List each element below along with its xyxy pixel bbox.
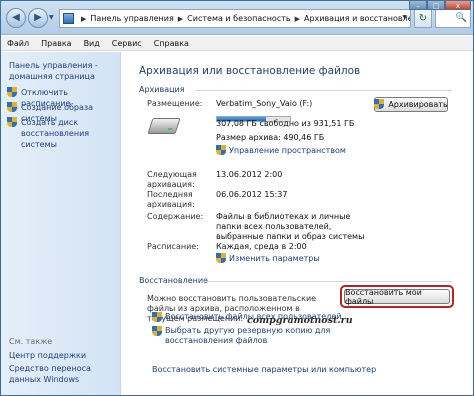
sidebar: Панель управления - домашняя страница От…	[1, 52, 121, 395]
address-dropdown-icon[interactable]: ▼	[402, 14, 407, 21]
archive-button-label: Архивировать	[388, 100, 448, 109]
menu-help[interactable]: Справка	[154, 39, 189, 48]
shield-icon	[216, 253, 226, 264]
minimize-button[interactable]: –	[409, 0, 427, 10]
restore-system-settings-label: Восстановить системные параметры или ком…	[152, 365, 377, 374]
restore-my-files-button[interactable]: Восстановить мои файлы	[344, 288, 450, 306]
search-input[interactable]: 🔍	[435, 9, 471, 28]
backup-section-title: Архивация	[139, 85, 185, 94]
forward-button[interactable]: ▶	[28, 8, 48, 28]
content-value: Файлы в библиотеках и личные папки всех …	[216, 212, 365, 241]
shield-icon	[7, 87, 17, 98]
hard-drive-icon	[147, 118, 181, 134]
watermark-text: compgramotnost.ru	[247, 315, 353, 326]
breadcrumb-backup-restore[interactable]: Архивация и восстановление	[304, 14, 410, 23]
archive-size-text: Размер архива: 490,46 ГБ	[216, 133, 325, 142]
sidebar-home-link[interactable]: Панель управления - домашняя страница	[9, 60, 117, 82]
menu-edit[interactable]: Правка	[41, 39, 71, 48]
shield-icon	[216, 145, 226, 156]
address-bar[interactable]: ▶ Панель управления ▶ Система и безопасн…	[59, 9, 411, 28]
schedule-label: Расписание:	[147, 242, 199, 251]
last-backup-label: Последняя архивация:	[147, 190, 195, 209]
menu-bar: Файл Правка Вид Сервис Справка	[1, 36, 473, 51]
recent-pages-dropdown-icon[interactable]: ▼	[49, 14, 54, 21]
shield-icon	[152, 312, 162, 323]
location-value: Verbatim_Sony_Vaio (F:)	[216, 99, 313, 108]
title-address-bar: ◀ ▶ ▼ ▶ Панель управления ▶ Система и бе…	[1, 0, 473, 35]
content-label: Содержание:	[147, 212, 204, 221]
shield-icon	[152, 326, 162, 337]
choose-other-backup-link[interactable]: Выбрать другую резервную копию для восст…	[152, 326, 332, 346]
breadcrumb-separator-icon[interactable]: ▶	[295, 15, 300, 23]
section-divider	[196, 90, 452, 91]
menu-view[interactable]: Вид	[84, 39, 100, 48]
breadcrumb-separator-icon[interactable]: ▶	[178, 15, 183, 23]
refresh-button[interactable]: ↻	[414, 9, 432, 28]
restore-section-title: Восстановление	[139, 276, 208, 285]
control-panel-icon	[63, 13, 74, 24]
sidebar-item-action-center[interactable]: Центр поддержки	[9, 350, 117, 361]
maximize-button[interactable]: □	[427, 0, 445, 10]
explorer-window: ◀ ▶ ▼ ▶ Панель управления ▶ Система и бе…	[0, 0, 474, 396]
change-settings-link[interactable]: Изменить параметры	[216, 253, 320, 264]
next-backup-label: Следующая архивация:	[147, 170, 197, 189]
breadcrumb-control-panel[interactable]: Панель управления	[90, 14, 173, 23]
manage-space-label: Управление пространством	[229, 145, 346, 155]
schedule-value: Каждая, среда в 2:00	[216, 242, 307, 251]
shield-icon	[7, 117, 17, 128]
back-button[interactable]: ◀	[6, 8, 26, 28]
section-divider	[200, 281, 452, 282]
location-label: Размещение:	[147, 99, 203, 108]
last-backup-value: 06.06.2012 15:37	[216, 190, 288, 199]
page-title: Архивация или восстановление файлов	[139, 65, 361, 77]
free-space-text: 307,08 ГБ свободно из 931,51 ГБ	[216, 119, 355, 128]
close-button[interactable]: x	[445, 0, 471, 10]
change-settings-label: Изменить параметры	[229, 253, 320, 263]
shield-icon	[7, 102, 17, 113]
window-controls: – □ x	[409, 0, 471, 10]
sidebar-item-easy-transfer[interactable]: Средство переноса данных Windows	[9, 363, 117, 385]
next-backup-value: 13.06.2012 2:00	[216, 170, 283, 179]
menu-tools[interactable]: Сервис	[112, 39, 142, 48]
see-also-heading: См. также	[9, 337, 53, 346]
sidebar-item-create-repair-disc[interactable]: Создать диск восстановления системы	[7, 117, 119, 150]
manage-space-link[interactable]: Управление пространством	[216, 145, 346, 156]
choose-other-backup-label: Выбрать другую резервную копию для восст…	[165, 326, 331, 345]
breadcrumb-separator-icon[interactable]: ▶	[81, 15, 86, 23]
menu-file[interactable]: Файл	[7, 39, 29, 48]
shield-icon	[374, 99, 385, 110]
breadcrumb-system-security[interactable]: Система и безопасность	[187, 14, 290, 23]
main-content: Архивация или восстановление файлов Архи…	[122, 52, 471, 395]
restore-system-settings-link[interactable]: Восстановить системные параметры или ком…	[152, 365, 376, 375]
sidebar-item-label: Создать диск восстановления системы	[21, 118, 90, 149]
archive-button[interactable]: Архивировать	[374, 97, 448, 112]
